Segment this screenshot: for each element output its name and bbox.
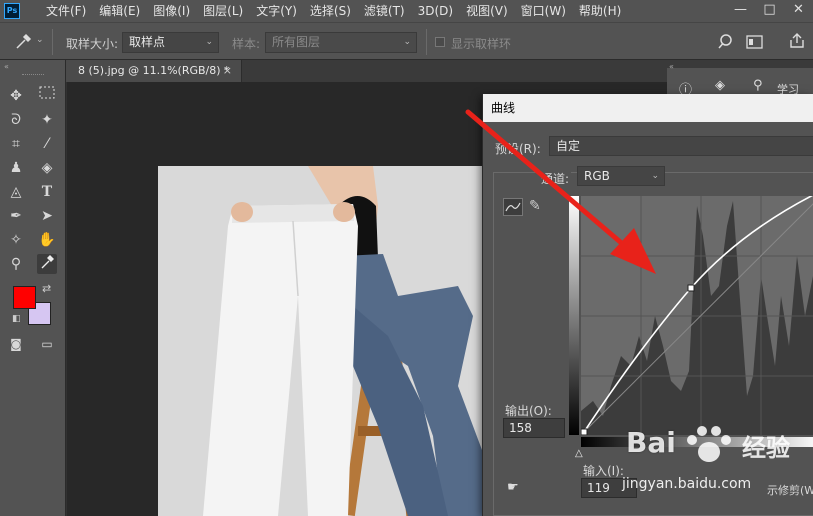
layers-icon[interactable]: ◈ [715, 78, 725, 93]
output-input[interactable]: 158 [503, 418, 565, 438]
marquee-tool-icon[interactable] [37, 86, 57, 106]
quick-mask-icon[interactable]: ◙ [6, 334, 26, 354]
sample-select[interactable]: 所有图层 ⌄ [265, 32, 417, 53]
magic-wand-tool-icon[interactable]: ✦ [37, 110, 57, 130]
menu-view[interactable]: 视图(V) [460, 0, 515, 22]
document-tab[interactable]: 8 (5).jpg @ 11.1%(RGB/8) * × [66, 60, 242, 82]
share-icon[interactable] [788, 32, 806, 50]
watermark-brand: Bai [626, 426, 676, 459]
search-icon[interactable] [718, 33, 736, 51]
menu-image[interactable]: 图像(I) [147, 0, 197, 22]
zoom-tool-icon[interactable]: ⚲ [6, 254, 26, 274]
eraser-tool-icon[interactable]: ◈ [37, 158, 57, 178]
divider [52, 29, 53, 55]
menu-bar: Ps 文件(F) 编辑(E) 图像(I) 图层(L) 文字(Y) 选择(S) 滤… [0, 0, 813, 22]
arrow-shaft [465, 109, 635, 255]
hand-tool-icon[interactable]: ✋ [37, 230, 57, 250]
collapse-toolbar-icon[interactable]: « [4, 62, 9, 71]
annotation-arrow [465, 109, 656, 274]
menu-edit[interactable]: 编辑(E) [93, 0, 147, 22]
menu-window[interactable]: 窗口(W) [515, 0, 573, 22]
menu-filter[interactable]: 滤镜(T) [358, 0, 412, 22]
toolbar-grip [22, 74, 44, 76]
workspace-icon[interactable] [746, 34, 764, 50]
arrow-head [610, 228, 656, 274]
show-ring-checkbox[interactable] [435, 37, 445, 47]
window-controls: — □ ✕ [726, 0, 813, 22]
foreground-color-swatch[interactable] [13, 286, 36, 309]
curve-endpoint[interactable] [581, 428, 588, 435]
menu-type[interactable]: 文字(Y) [250, 0, 304, 22]
divider [426, 29, 427, 55]
sample-value: 所有图层 [272, 35, 321, 49]
paw-logo-icon [687, 426, 731, 462]
path-select-tool-icon[interactable]: ➤ [37, 206, 57, 226]
show-ring-label: 显示取样环 [451, 37, 512, 51]
menu-layer[interactable]: 图层(L) [197, 0, 250, 22]
close-tab-icon[interactable]: × [223, 60, 232, 82]
options-bar: ⌄ 取样大小: 取样点 ⌄ 样本: 所有图层 ⌄ 显示取样环 [0, 22, 813, 60]
document-image[interactable] [158, 166, 488, 516]
sample-label: 样本: [232, 37, 261, 51]
close-window-button[interactable]: ✕ [784, 0, 813, 22]
document-tab-title: 8 (5).jpg @ 11.1%(RGB/8) * [78, 64, 230, 77]
sample-size-value: 取样点 [129, 35, 166, 49]
search-learn-icon[interactable]: ⚲ [753, 78, 763, 93]
swap-colors-icon[interactable]: ⇄ [42, 282, 51, 295]
curve-control-point[interactable] [687, 284, 695, 292]
menu-select[interactable]: 选择(S) [304, 0, 358, 22]
photo-illustration [158, 166, 488, 516]
watermark-url: jingyan.baidu.com [622, 476, 752, 492]
baidu-watermark: Bai 经验 jingyan.baidu.com [622, 426, 812, 506]
screen-mode-icon[interactable]: ▭ [37, 334, 57, 354]
bucket-tool-icon[interactable]: ◬ [6, 182, 26, 202]
maximize-button[interactable]: □ [755, 0, 784, 22]
chevron-down-icon: ⌄ [205, 37, 213, 47]
menu-help[interactable]: 帮助(H) [573, 0, 628, 22]
sample-size-label: 取样大小: [66, 37, 119, 51]
collapse-panel-icon[interactable]: « [669, 62, 674, 71]
chevron-down-icon: ⌄ [403, 37, 411, 47]
toolbar: « ✥ ᘐ ✦ ⌗ ⁄ ♟ ◈ ◬ T ✒ ➤ ✧ ✋ ⚲ ⇄ ◧ ◙ ▭ [0, 60, 66, 516]
minimize-button[interactable]: — [726, 0, 755, 22]
default-colors-icon[interactable]: ◧ [12, 314, 21, 324]
photoshop-window: Ps 文件(F) 编辑(E) 图像(I) 图层(L) 文字(Y) 选择(S) 滤… [0, 0, 813, 516]
input-label: 输入(I): [583, 464, 624, 478]
tool-preset-chevron-icon[interactable]: ⌄ [36, 35, 44, 45]
eyedropper-tool-icon[interactable] [37, 254, 57, 274]
crop-tool-icon[interactable]: ⌗ [6, 134, 26, 154]
menu-file[interactable]: 文件(F) [40, 0, 93, 22]
move-tool-icon[interactable]: ✥ [6, 86, 26, 106]
target-adjust-icon[interactable]: ☛ [507, 480, 519, 495]
watermark-cn: 经验 [742, 434, 790, 462]
brush-tool-icon[interactable]: ⁄ [37, 134, 57, 154]
menu-3d[interactable]: 3D(D) [412, 0, 460, 22]
lasso-tool-icon[interactable]: ᘐ [6, 110, 26, 130]
black-point-slider-icon[interactable]: △ [575, 448, 583, 459]
sample-size-select[interactable]: 取样点 ⌄ [122, 32, 219, 53]
puppet-tool-icon[interactable]: ✧ [6, 230, 26, 250]
eyedropper-icon[interactable] [14, 33, 32, 51]
type-tool-icon[interactable]: T [37, 182, 57, 202]
output-label: 输出(O): [505, 404, 552, 418]
stamp-tool-icon[interactable]: ♟ [6, 158, 26, 178]
pen-tool-icon[interactable]: ✒ [6, 206, 26, 226]
ps-logo-icon: Ps [4, 3, 20, 19]
